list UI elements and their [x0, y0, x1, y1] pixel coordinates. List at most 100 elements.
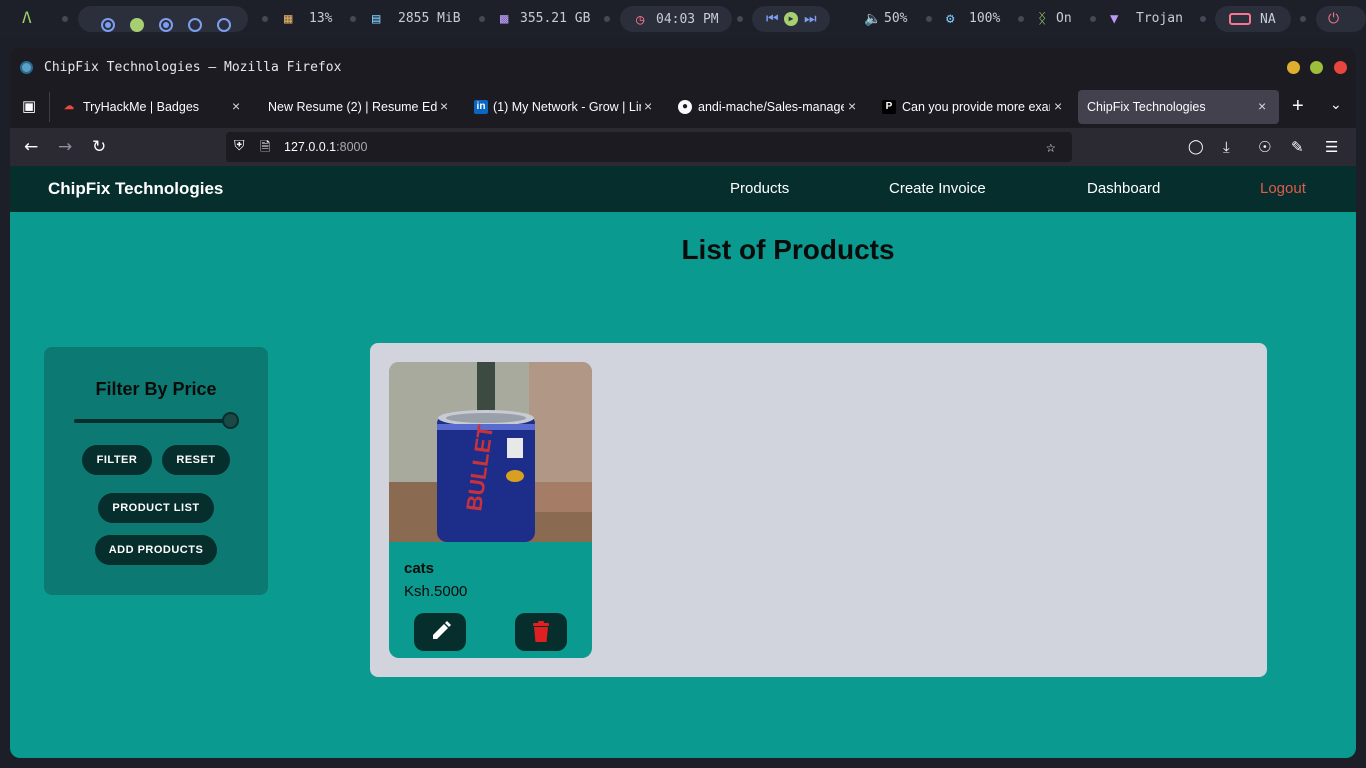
media-controls: ⏮ ▶ ⏭	[752, 6, 830, 32]
memory-usage: 2855 MiB	[398, 11, 461, 26]
close-tab-icon[interactable]: ×	[1258, 98, 1266, 114]
cpu-usage: 13%	[309, 11, 333, 26]
tab-linkedin[interactable]: in (1) My Network - Grow | Link ×	[470, 90, 666, 124]
workspace-5[interactable]	[217, 18, 231, 32]
url-host: 127.0.0.1	[284, 140, 337, 154]
bluetooth-status: On	[1056, 11, 1072, 26]
products-container: BULLET cats Ksh.5000	[370, 343, 1267, 677]
tab-chipfix[interactable]: ChipFix Technologies ×	[1078, 90, 1279, 124]
forward-icon[interactable]: →	[58, 137, 72, 157]
power-icon[interactable]: ⏻	[1328, 11, 1339, 27]
menu-icon[interactable]: ☰	[1325, 137, 1338, 157]
price-slider-track[interactable]	[74, 419, 230, 423]
delete-button[interactable]	[515, 613, 567, 651]
bookmark-star-icon[interactable]: ☆	[1046, 137, 1056, 156]
separator-dot	[1018, 16, 1024, 22]
play-icon[interactable]: ▶	[784, 12, 798, 26]
next-track-icon[interactable]: ⏭	[804, 11, 817, 27]
separator-dot	[62, 16, 68, 22]
tryhackme-icon: ☁	[64, 101, 74, 112]
back-icon[interactable]: ←	[24, 137, 38, 157]
nav-create-invoice[interactable]: Create Invoice	[889, 180, 986, 197]
browser-window: ChipFix Technologies — Mozilla Firefox ▣…	[10, 48, 1356, 758]
tab-bar: ▣ ☁ TryHackMe | Badges × New Resume (2) …	[10, 86, 1356, 128]
close-tab-icon[interactable]: ×	[440, 98, 448, 114]
address-bar[interactable]: ⛨ 🗎 127.0.0.1:8000 ☆	[226, 132, 1072, 162]
bluetooth-icon[interactable]: ᛝ	[1038, 11, 1046, 27]
price-slider-thumb[interactable]	[221, 412, 239, 429]
product-price: Ksh.5000	[404, 583, 468, 600]
product-list-button[interactable]: PRODUCT LIST	[98, 493, 214, 523]
downloads-icon[interactable]: ⤓	[1223, 137, 1230, 157]
battery-pill: NA	[1215, 6, 1291, 32]
clock-pill[interactable]: ◷ 04:03 PM	[620, 6, 732, 32]
close-tab-icon[interactable]: ×	[644, 98, 652, 114]
separator-dot	[262, 16, 268, 22]
separator-dot	[479, 16, 485, 22]
filter-title: Filter By Price	[95, 379, 217, 399]
list-tabs-icon[interactable]: ⌄	[1330, 96, 1342, 113]
nav-dashboard[interactable]: Dashboard	[1087, 180, 1160, 197]
tab-label: Can you provide more exam	[902, 100, 1050, 114]
system-bar: Λ ▦ 13% ▤ 2855 MiB ▩ 355.21 GB ◷ 04:03 P…	[0, 0, 1366, 38]
workspace-3[interactable]	[159, 18, 173, 32]
window-titlebar: ChipFix Technologies — Mozilla Firefox	[10, 48, 1356, 86]
volume-icon[interactable]: 🔈	[864, 11, 881, 27]
page-icon: 🗎	[260, 140, 271, 155]
disk-usage: 355.21 GB	[520, 11, 591, 26]
separator-dot	[1300, 16, 1306, 22]
new-tab-icon[interactable]: +	[1292, 95, 1304, 118]
linkedin-icon: in	[474, 100, 488, 114]
tab-label: ChipFix Technologies	[1087, 100, 1206, 114]
site-brand[interactable]: ChipFix Technologies	[48, 179, 223, 199]
url-text: 127.0.0.1:8000	[284, 140, 367, 154]
filter-panel: Filter By Price FILTER RESET PRODUCT LIS…	[44, 347, 268, 595]
tab-label: (1) My Network - Grow | Link	[493, 100, 641, 114]
site-navbar: ChipFix Technologies Products Create Inv…	[10, 166, 1356, 212]
workspace-1[interactable]	[101, 18, 115, 32]
tab-divider	[49, 92, 50, 122]
account-icon[interactable]: ☉	[1258, 137, 1271, 157]
power-pill[interactable]: ⏻	[1316, 6, 1366, 32]
shield-icon[interactable]: ⛨	[234, 138, 245, 154]
navigation-toolbar: ← → ↻ ⛨ 🗎 127.0.0.1:8000 ☆ ◯ ⤓ ☉ ✎ ☰	[10, 128, 1356, 166]
tab-resume[interactable]: New Resume (2) | Resume Edito ×	[260, 90, 452, 124]
pocket-icon[interactable]: ◯	[1188, 137, 1204, 157]
tab-label: New Resume (2) | Resume Edito	[268, 100, 438, 114]
clock-icon: ◷	[636, 12, 645, 28]
github-icon: ●	[678, 100, 692, 114]
nav-logout[interactable]: Logout	[1260, 180, 1306, 197]
separator-dot	[926, 16, 932, 22]
close-button[interactable]	[1334, 61, 1347, 74]
workspace-2[interactable]	[130, 18, 144, 32]
brightness-icon[interactable]: ⚙	[946, 11, 954, 27]
page-title: List of Products	[681, 234, 895, 265]
battery-status: NA	[1260, 12, 1276, 27]
edit-button[interactable]	[414, 613, 466, 651]
tab-overview-icon[interactable]: ▣	[22, 97, 36, 115]
workspace-4[interactable]	[188, 18, 202, 32]
tab-tryhackme[interactable]: ☁ TryHackMe | Badges ×	[58, 90, 250, 124]
maximize-button[interactable]	[1310, 61, 1323, 74]
extensions-icon[interactable]: ✎	[1291, 137, 1304, 157]
brightness-level: 100%	[969, 11, 1001, 26]
wifi-icon[interactable]: ▼	[1110, 11, 1118, 27]
arch-logo-icon[interactable]: Λ	[22, 10, 32, 26]
reset-button[interactable]: RESET	[162, 445, 230, 475]
disk-icon: ▩	[500, 11, 509, 27]
reload-icon[interactable]: ↻	[92, 137, 106, 157]
pencil-icon	[433, 621, 451, 639]
add-products-button[interactable]: ADD PRODUCTS	[95, 535, 217, 565]
filter-button[interactable]: FILTER	[82, 445, 152, 475]
close-tab-icon[interactable]: ×	[848, 98, 856, 114]
url-port: :8000	[336, 140, 368, 154]
close-tab-icon[interactable]: ×	[232, 98, 240, 114]
previous-track-icon[interactable]: ⏮	[766, 11, 779, 27]
memory-icon: ▤	[372, 11, 381, 27]
minimize-button[interactable]	[1287, 61, 1300, 74]
close-tab-icon[interactable]: ×	[1054, 98, 1062, 114]
tab-github[interactable]: ● andi-mache/Sales-managem ×	[674, 90, 870, 124]
window-title: ChipFix Technologies — Mozilla Firefox	[44, 60, 342, 75]
tab-perplexity[interactable]: P Can you provide more exam ×	[878, 90, 1078, 124]
nav-products[interactable]: Products	[730, 180, 789, 197]
